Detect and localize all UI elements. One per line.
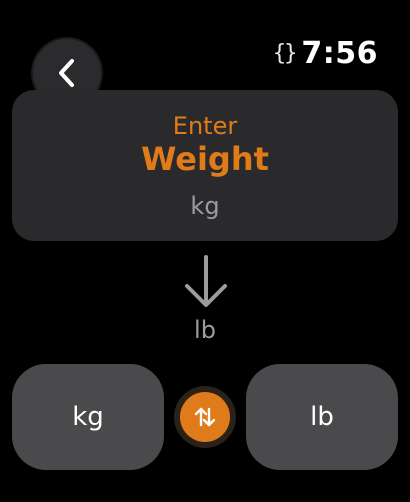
chevron-left-icon [59, 59, 74, 87]
unit-button-lb[interactable]: lb [246, 364, 398, 470]
swap-units-button[interactable] [180, 392, 230, 442]
status-bar: {} 7:56 [273, 36, 378, 71]
to-unit-label: lb [194, 316, 216, 344]
braces-icon: {} [272, 41, 297, 66]
field-name-weight: Weight [141, 140, 269, 178]
clock-time: 7:56 [301, 36, 378, 71]
swap-arrows-icon [194, 407, 216, 427]
arrow-down-icon [185, 255, 227, 307]
from-unit-label: kg [190, 192, 220, 220]
weight-input-card[interactable]: Enter Weight kg [12, 90, 398, 241]
enter-prompt: Enter [172, 112, 238, 140]
unit-button-kg[interactable]: kg [12, 364, 164, 470]
